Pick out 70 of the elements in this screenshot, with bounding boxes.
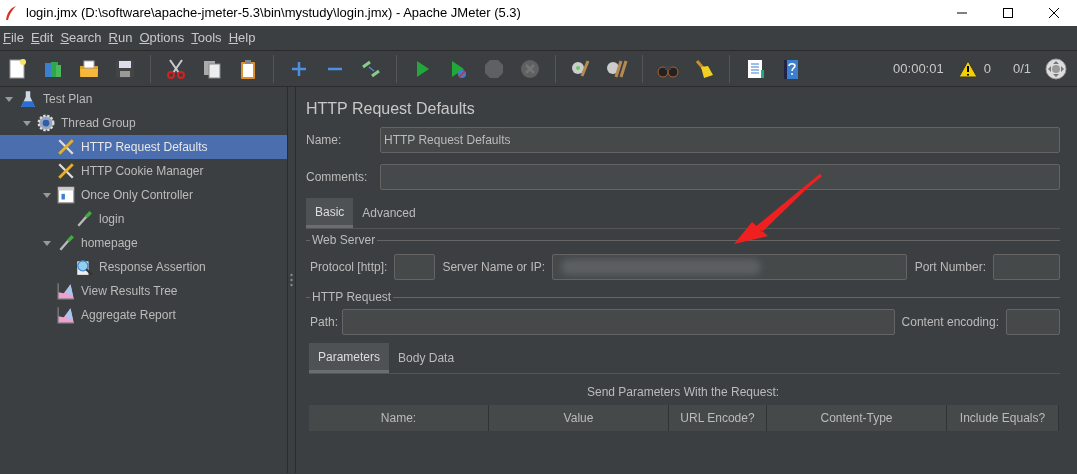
group-title: Web Server bbox=[311, 232, 377, 249]
graph-icon bbox=[57, 306, 75, 324]
input-field[interactable] bbox=[380, 164, 1060, 190]
tree-item[interactable]: Response Assertion bbox=[0, 255, 287, 279]
tab[interactable]: Parameters bbox=[309, 343, 390, 373]
elapsed-time: 00:00:01 bbox=[893, 59, 944, 78]
broom-icon[interactable] bbox=[693, 57, 715, 80]
flask-icon bbox=[19, 90, 37, 108]
splitter-handle-icon[interactable] bbox=[290, 273, 293, 287]
panel-title: HTTP Request Defaults bbox=[306, 99, 476, 119]
gear-icon bbox=[37, 114, 55, 132]
group-title: HTTP Request bbox=[311, 289, 393, 306]
field-label: Comments: bbox=[306, 169, 369, 186]
scissors-icon[interactable] bbox=[165, 57, 187, 80]
input-field[interactable] bbox=[993, 254, 1060, 280]
tree-item[interactable]: Test Plan bbox=[0, 87, 287, 111]
tree-item[interactable]: Thread Group bbox=[0, 111, 287, 135]
input-field[interactable] bbox=[394, 254, 436, 280]
new-file-icon[interactable] bbox=[6, 57, 28, 80]
maximize-icon bbox=[1003, 8, 1013, 18]
menu-item[interactable]: Search bbox=[57, 28, 105, 48]
save-icon[interactable] bbox=[114, 57, 136, 80]
field-label: Port Number: bbox=[914, 259, 986, 276]
error-count: 0 bbox=[983, 59, 991, 78]
menu-item[interactable]: Options bbox=[136, 28, 188, 48]
column-header[interactable]: URL Encode? bbox=[669, 405, 767, 431]
field-label: Server Name or IP: bbox=[442, 259, 546, 276]
shutdown-icon[interactable] bbox=[519, 57, 541, 80]
wrench-screwdriver-icon bbox=[57, 138, 75, 156]
wrench-screwdriver-icon bbox=[57, 162, 75, 180]
menu-item[interactable]: Edit bbox=[27, 28, 57, 48]
pipette-icon bbox=[57, 234, 75, 252]
column-header[interactable]: Name: bbox=[309, 405, 489, 431]
input-field[interactable] bbox=[1006, 309, 1060, 335]
column-header[interactable]: Include Equals? bbox=[947, 405, 1059, 431]
warning-icon bbox=[957, 59, 978, 78]
close-icon bbox=[1049, 8, 1059, 18]
menu-item[interactable]: Help bbox=[225, 28, 259, 48]
feather-icon bbox=[4, 5, 18, 21]
graph-icon bbox=[57, 282, 75, 300]
menu-item[interactable]: File bbox=[0, 28, 27, 48]
tab[interactable]: Advanced bbox=[353, 198, 425, 228]
column-header[interactable]: Value bbox=[489, 405, 669, 431]
controller-window-icon bbox=[57, 186, 75, 204]
input-field[interactable] bbox=[342, 309, 895, 335]
input-field[interactable] bbox=[552, 254, 907, 280]
open-folder-icon[interactable] bbox=[78, 57, 100, 80]
tree-item[interactable]: Once Only Controller bbox=[0, 183, 287, 207]
tab[interactable]: Body Data bbox=[389, 343, 464, 373]
field-label: Path: bbox=[310, 314, 339, 331]
window-title: login.jmx (D:\software\apache-jmeter-5.3\bin\mystudy\login.jmx) - Apache JMeter (5.3) bbox=[26, 4, 521, 23]
field-label: Content encoding: bbox=[901, 314, 999, 331]
tree-item[interactable]: login bbox=[0, 207, 287, 231]
tree-item[interactable]: Aggregate Report bbox=[0, 303, 287, 327]
menu-item[interactable]: Run bbox=[105, 28, 136, 48]
tree-item[interactable]: View Results Tree bbox=[0, 279, 287, 303]
tree-item[interactable]: HTTP Request Defaults bbox=[0, 135, 287, 159]
table-caption: Send Parameters With the Request: bbox=[585, 384, 781, 401]
thread-count: 0/1 bbox=[1012, 59, 1031, 78]
pipette-icon bbox=[75, 210, 93, 228]
input-field[interactable]: HTTP Request Defaults bbox=[380, 127, 1060, 153]
field-label: Name: bbox=[306, 132, 343, 149]
column-header[interactable]: Content-Type bbox=[767, 405, 947, 431]
magnifier-icon bbox=[75, 258, 93, 276]
tree-item[interactable]: HTTP Cookie Manager bbox=[0, 159, 287, 183]
tab[interactable]: Basic bbox=[306, 198, 354, 228]
remote-icon[interactable] bbox=[1045, 57, 1067, 80]
menu-item[interactable]: Tools bbox=[188, 28, 225, 48]
tree-item[interactable]: homepage bbox=[0, 231, 287, 255]
field-label: Protocol [http]: bbox=[310, 259, 388, 276]
